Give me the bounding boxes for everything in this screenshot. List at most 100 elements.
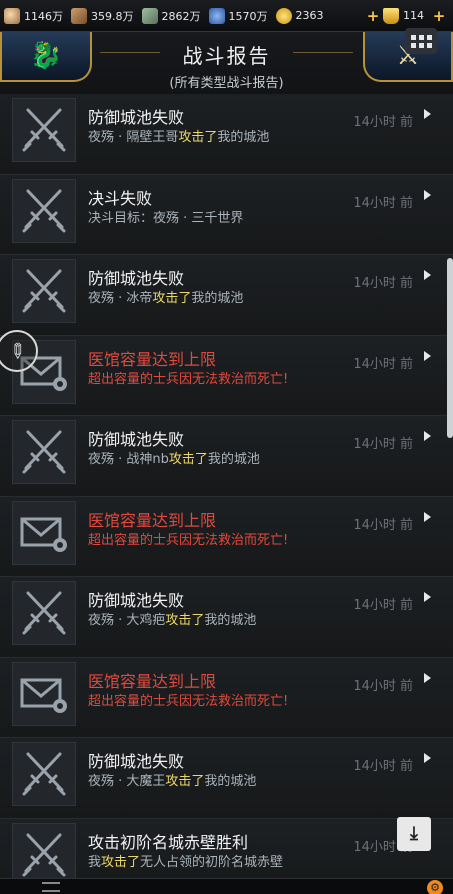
- report-detail: 夜殇 · 隔壁王哥攻击了我的城池: [88, 126, 269, 145]
- report-row[interactable]: 医馆容量达到上限超出容量的士兵因无法救治而死亡! 14小时 前: [0, 496, 453, 577]
- report-row[interactable]: 防御城池失败 夜殇 · 大魔王攻击了我的城池 14小时 前: [0, 738, 453, 819]
- report-detail: 超出容量的士兵因无法救治而死亡!: [88, 368, 288, 387]
- report-row[interactable]: 防御城池失败 夜殇 · 大鸡疤攻击了我的城池 14小时 前: [0, 577, 453, 658]
- report-detail-pre: 夜殇 · 战神nb: [88, 452, 169, 467]
- report-detail: 超出容量的士兵因无法救治而死亡!: [88, 690, 288, 709]
- chevron-right-icon[interactable]: [424, 511, 431, 522]
- report-row[interactable]: 决斗失败决斗目标：夜殇 · 三千世界 14小时 前: [0, 174, 453, 255]
- crossed-swords-icon: [12, 822, 76, 878]
- mail-settings-icon: [12, 661, 76, 726]
- crossed-swords-icon: [12, 98, 76, 162]
- chevron-right-icon[interactable]: [424, 350, 431, 361]
- resource-iron[interactable]: 1570万: [208, 7, 268, 24]
- chevron-right-icon[interactable]: [424, 672, 431, 683]
- report-title: 防御城池失败: [88, 752, 185, 771]
- chevron-right-icon[interactable]: [424, 270, 431, 280]
- report-detail: 夜殇 · 大鸡疤攻击了我的城池: [88, 609, 256, 628]
- scroll-to-bottom-button[interactable]: ⤓: [397, 817, 431, 851]
- gold-coin-icon: [275, 7, 292, 24]
- gold-ingot-icon: [383, 7, 399, 24]
- resource-wood-value: 359.8万: [91, 9, 134, 23]
- report-title: 防御城池失败: [88, 591, 185, 610]
- crossed-swords-icon: [12, 581, 76, 645]
- report-row[interactable]: 攻击初阶名城赤壁胜利 我攻击了无人占领的初阶名城赤壁 14小时 前: [0, 818, 453, 878]
- food-icon: [4, 7, 20, 24]
- resource-premium-value: 114: [403, 9, 424, 22]
- resource-gold[interactable]: 2363: [275, 7, 324, 24]
- iron-icon: [208, 7, 225, 24]
- report-detail-post: 我的城池: [204, 613, 257, 628]
- resource-bar: 1146万 359.8万 2862万 1570万 2363 + 114 +: [0, 0, 453, 32]
- resource-food-value: 1146万: [24, 9, 63, 23]
- resource-gold-value: 2363: [295, 9, 324, 22]
- resource-premium[interactable]: + 114: [366, 7, 424, 24]
- report-detail-post: 无人占领的初阶名城赤壁: [140, 854, 284, 870]
- chevron-right-icon[interactable]: [424, 109, 431, 119]
- report-detail-pre: 我: [88, 854, 102, 870]
- report-title: 防御城池失败: [88, 269, 185, 288]
- chevron-right-icon[interactable]: [424, 753, 431, 763]
- report-title: 医馆容量达到上限: [88, 349, 217, 369]
- report-detail-post: 我的城池: [207, 452, 260, 467]
- resource-food[interactable]: 1146万: [4, 7, 63, 24]
- wood-icon: [71, 7, 87, 24]
- report-detail-post: 我的城池: [217, 130, 270, 145]
- download-arrow-icon: ⤓: [410, 823, 418, 844]
- report-time: 14小时 前: [353, 195, 413, 211]
- report-detail-pre: 决斗目标：夜殇 · 三千世界: [88, 210, 244, 226]
- resource-wood[interactable]: 359.8万: [71, 7, 134, 24]
- report-detail-pre: 超出容量的士兵因无法救治而死亡!: [88, 532, 289, 548]
- report-detail-mid: 攻击了: [165, 774, 205, 789]
- report-time: 14小时 前: [353, 356, 413, 372]
- report-title: 防御城池失败: [88, 108, 185, 127]
- pencil-icon: ✎: [2, 336, 32, 366]
- report-detail: 我攻击了无人占领的初阶名城赤壁: [88, 851, 283, 870]
- chevron-right-icon[interactable]: [424, 592, 431, 602]
- report-title: 决斗失败: [88, 188, 153, 208]
- report-title: 医馆容量达到上限: [88, 671, 217, 691]
- report-detail-mid: 攻击了: [152, 291, 192, 306]
- report-row[interactable]: 防御城池失败 夜殇 · 冰帝攻击了我的城池 14小时 前: [0, 255, 453, 336]
- report-detail-mid: 攻击了: [165, 613, 205, 628]
- grid-menu-button[interactable]: [405, 28, 437, 54]
- report-detail: 夜殇 · 冰帝攻击了我的城池: [88, 287, 243, 306]
- bottom-bar: ⚙: [0, 878, 453, 894]
- report-detail-post: 我的城池: [191, 291, 244, 306]
- report-time: 14小时 前: [353, 115, 413, 130]
- report-detail-pre: 夜殇 · 大魔王: [88, 774, 166, 789]
- resource-stone-value: 2862万: [161, 9, 201, 23]
- report-row[interactable]: 防御城池失败 夜殇 · 隔壁王哥攻击了我的城池 14小时 前: [0, 94, 453, 175]
- report-time: 14小时 前: [353, 678, 413, 694]
- menu-icon[interactable]: [42, 882, 60, 892]
- header: 🐉 战斗报告 (所有类型战斗报告) ⚔: [0, 28, 453, 94]
- report-list[interactable]: 防御城池失败 夜殇 · 隔壁王哥攻击了我的城池 14小时 前 决斗失败 决斗目标：夜殇…: [0, 94, 453, 878]
- report-time: 14小时 前: [353, 759, 413, 774]
- scrollbar-thumb[interactable]: [447, 258, 453, 438]
- report-detail-mid: 攻击了: [178, 130, 218, 145]
- crossed-swords-icon: [12, 742, 76, 806]
- report-row[interactable]: 防御城池失败夜殇 · 战神nb攻击了我的城池 14小时 前: [0, 416, 453, 497]
- resource-stone[interactable]: 2862万: [141, 7, 201, 24]
- report-title: 医馆容量达到上限: [88, 510, 217, 530]
- mail-settings-icon: [12, 500, 76, 565]
- chevron-right-icon[interactable]: [424, 431, 431, 441]
- report-row[interactable]: 医馆容量达到上限超出容量的士兵因无法救治而死亡! 14小时 前: [0, 335, 453, 416]
- report-detail-pre: 夜殇 · 隔壁王哥: [88, 130, 179, 145]
- report-detail: 夜殇 · 大魔王攻击了我的城池: [88, 770, 256, 789]
- report-title: 攻击初阶名城赤壁胜利: [88, 832, 249, 852]
- report-row[interactable]: 医馆容量达到上限 超出容量的士兵因无法救治而死亡! 14小时 前: [0, 657, 453, 738]
- add-premium-plus-icon[interactable]: +: [366, 8, 380, 23]
- crossed-swords-icon: [12, 259, 76, 323]
- report-detail-pre: 夜殇 · 冰帝: [88, 291, 153, 306]
- report-time: 14小时 前: [353, 517, 413, 533]
- gear-icon[interactable]: ⚙: [427, 880, 443, 894]
- chevron-right-icon[interactable]: [424, 189, 431, 200]
- report-time: 14小时 前: [353, 276, 413, 291]
- report-title: 防御城池失败: [88, 430, 185, 449]
- report-detail-mid: 攻击了: [168, 452, 208, 467]
- report-detail-pre: 超出容量的士兵因无法救治而死亡!: [88, 371, 289, 387]
- report-detail-mid: 攻击了: [101, 854, 141, 870]
- report-detail: 超出容量的士兵因无法救治而死亡!: [88, 529, 288, 548]
- add-resource-plus-icon[interactable]: +: [432, 8, 446, 23]
- report-time: 14小时 前: [353, 437, 413, 452]
